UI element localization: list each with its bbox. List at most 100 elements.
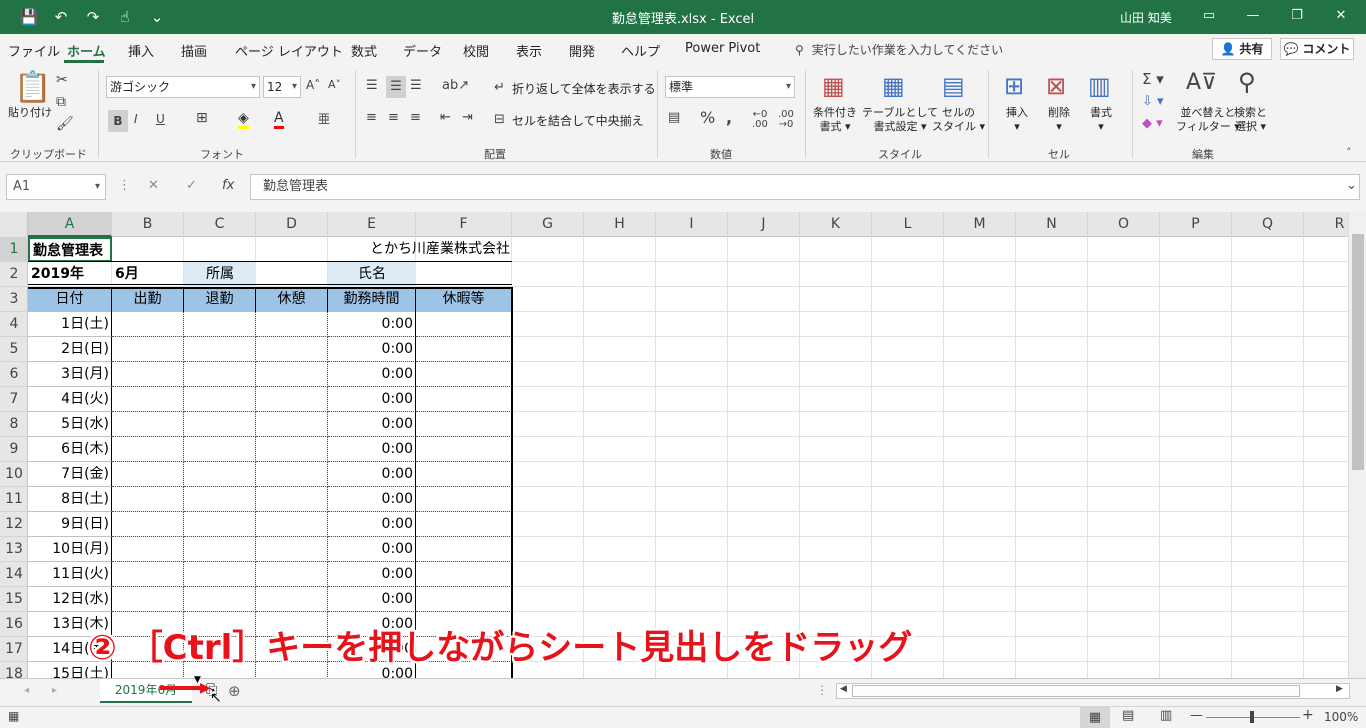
sheet-tab-2019-06[interactable]: 2019年6月 <box>100 679 192 703</box>
comment-button[interactable]: 💬 コメント <box>1280 38 1354 60</box>
expand-formula-icon[interactable]: ⌄ <box>1346 178 1357 193</box>
column-header-l[interactable]: L <box>872 212 944 237</box>
vertical-scrollbar[interactable] <box>1348 212 1366 678</box>
page-layout-view-icon[interactable]: ▤ <box>1122 708 1134 723</box>
select-all-corner[interactable] <box>0 212 28 237</box>
paste-button[interactable]: 貼り付け <box>8 106 52 120</box>
time-cell[interactable] <box>184 587 256 612</box>
row-header-3[interactable]: 3 <box>0 287 28 312</box>
date-cell[interactable]: 2日(日) <box>28 337 112 362</box>
table-header-cell[interactable]: 休憩 <box>256 287 328 312</box>
worktime-cell[interactable]: 0:00 <box>328 387 416 412</box>
tab-file[interactable]: ファイル <box>8 41 60 60</box>
date-cell[interactable]: 8日(土) <box>28 487 112 512</box>
time-cell[interactable] <box>256 512 328 537</box>
row-header-10[interactable]: 10 <box>0 462 28 487</box>
autosum-icon[interactable]: Σ ▾ <box>1142 70 1164 88</box>
new-sheet-icon[interactable]: ⊕ <box>228 682 241 700</box>
column-header-p[interactable]: P <box>1160 212 1232 237</box>
tab-insert[interactable]: 挿入 <box>128 41 154 60</box>
comma-style-icon[interactable]: , <box>726 108 732 127</box>
format-painter-icon[interactable]: 🖌 <box>56 116 74 132</box>
worktime-cell[interactable]: 0:00 <box>328 562 416 587</box>
time-cell[interactable] <box>256 462 328 487</box>
bold-button[interactable]: B <box>108 110 128 132</box>
close-icon[interactable]: ✕ <box>1324 4 1358 28</box>
fill-color-icon[interactable]: ◈ <box>238 110 249 129</box>
align-bottom-icon[interactable]: ☰ <box>410 78 422 93</box>
time-cell[interactable] <box>256 312 328 337</box>
time-cell[interactable] <box>256 487 328 512</box>
worktime-cell[interactable]: 0:00 <box>328 412 416 437</box>
user-name[interactable]: 山田 知美 <box>1120 9 1172 26</box>
worktime-cell[interactable]: 0:00 <box>328 587 416 612</box>
scroll-thumb[interactable] <box>1352 234 1364 470</box>
scroll-right-icon[interactable]: ▶ <box>1336 684 1343 694</box>
align-right-icon[interactable]: ≡ <box>410 110 421 125</box>
zoom-out-icon[interactable]: — <box>1190 708 1203 723</box>
percent-icon[interactable]: % <box>700 108 715 127</box>
table-header-cell[interactable]: 退勤 <box>184 287 256 312</box>
leave-cell[interactable] <box>416 362 512 387</box>
time-cell[interactable] <box>112 412 184 437</box>
enter-icon[interactable]: ✓ <box>186 178 197 193</box>
worksheet-grid[interactable]: ABCDEFGHIJKLMNOPQR 1 2 3 4 5 6 7 8 9 10 11 12 13 14 15… <box>0 212 1366 678</box>
macro-record-icon[interactable]: ▦ <box>8 709 19 723</box>
time-cell[interactable] <box>112 437 184 462</box>
column-header-i[interactable]: I <box>656 212 728 237</box>
date-cell[interactable]: 10日(月) <box>28 537 112 562</box>
leave-cell[interactable] <box>416 437 512 462</box>
underline-button[interactable]: U <box>156 112 165 126</box>
row-header-14[interactable]: 14 <box>0 562 28 587</box>
tab-view[interactable]: 表示 <box>516 41 542 60</box>
accounting-format-icon[interactable]: ▤ <box>668 110 680 125</box>
table-header-cell[interactable]: 日付 <box>28 287 112 312</box>
column-header-c[interactable]: C <box>184 212 256 237</box>
time-cell[interactable] <box>184 537 256 562</box>
align-top-icon[interactable]: ☰ <box>366 78 378 93</box>
time-cell[interactable] <box>112 512 184 537</box>
time-cell[interactable] <box>184 512 256 537</box>
time-cell[interactable] <box>256 537 328 562</box>
date-cell[interactable]: 5日(水) <box>28 412 112 437</box>
column-header-k[interactable]: K <box>800 212 872 237</box>
paste-icon[interactable]: 📋 <box>14 70 51 105</box>
worktime-cell[interactable]: 0:00 <box>328 362 416 387</box>
time-cell[interactable] <box>112 362 184 387</box>
insert-function-icon[interactable]: fx <box>222 178 234 193</box>
row-header-11[interactable]: 11 <box>0 487 28 512</box>
cell-a1-title[interactable]: 勤怠管理表 <box>28 237 112 262</box>
leave-cell[interactable] <box>416 587 512 612</box>
row-header-8[interactable]: 8 <box>0 412 28 437</box>
time-cell[interactable] <box>112 562 184 587</box>
wrap-text-button[interactable]: 折り返して全体を表示する <box>512 80 656 97</box>
column-header-j[interactable]: J <box>728 212 800 237</box>
tab-data[interactable]: データ <box>403 41 442 60</box>
date-cell[interactable]: 4日(火) <box>28 387 112 412</box>
leave-cell[interactable] <box>416 312 512 337</box>
prev-sheet-icon[interactable]: ◂ <box>24 685 29 696</box>
next-sheet-icon[interactable]: ▸ <box>52 685 57 696</box>
time-cell[interactable] <box>184 337 256 362</box>
zoom-in-icon[interactable]: + <box>1302 707 1314 723</box>
leave-cell[interactable] <box>416 562 512 587</box>
leave-cell[interactable] <box>416 462 512 487</box>
page-break-view-icon[interactable]: ▥ <box>1160 708 1172 723</box>
row-header-4[interactable]: 4 <box>0 312 28 337</box>
table-header-cell[interactable]: 勤務時間 <box>328 287 416 312</box>
align-left-icon[interactable]: ≡ <box>366 110 377 125</box>
formula-input[interactable]: 勤怠管理表 <box>250 174 1360 200</box>
time-cell[interactable] <box>112 312 184 337</box>
align-middle-icon[interactable]: ☰ <box>386 76 406 98</box>
tell-me-search[interactable]: ⚲ 実行したい作業を入力してください <box>795 41 1003 58</box>
time-cell[interactable] <box>112 387 184 412</box>
align-center-icon[interactable]: ≡ <box>388 110 399 125</box>
leave-cell[interactable] <box>416 512 512 537</box>
worktime-cell[interactable]: 0:00 <box>328 437 416 462</box>
ribbon-display-icon[interactable]: ▭ <box>1192 4 1226 28</box>
orientation-icon[interactable]: ab↗ <box>442 78 469 93</box>
row-header-12[interactable]: 12 <box>0 512 28 537</box>
tab-page-layout[interactable]: ページ レイアウト <box>235 41 343 60</box>
row-header-5[interactable]: 5 <box>0 337 28 362</box>
time-cell[interactable] <box>112 462 184 487</box>
